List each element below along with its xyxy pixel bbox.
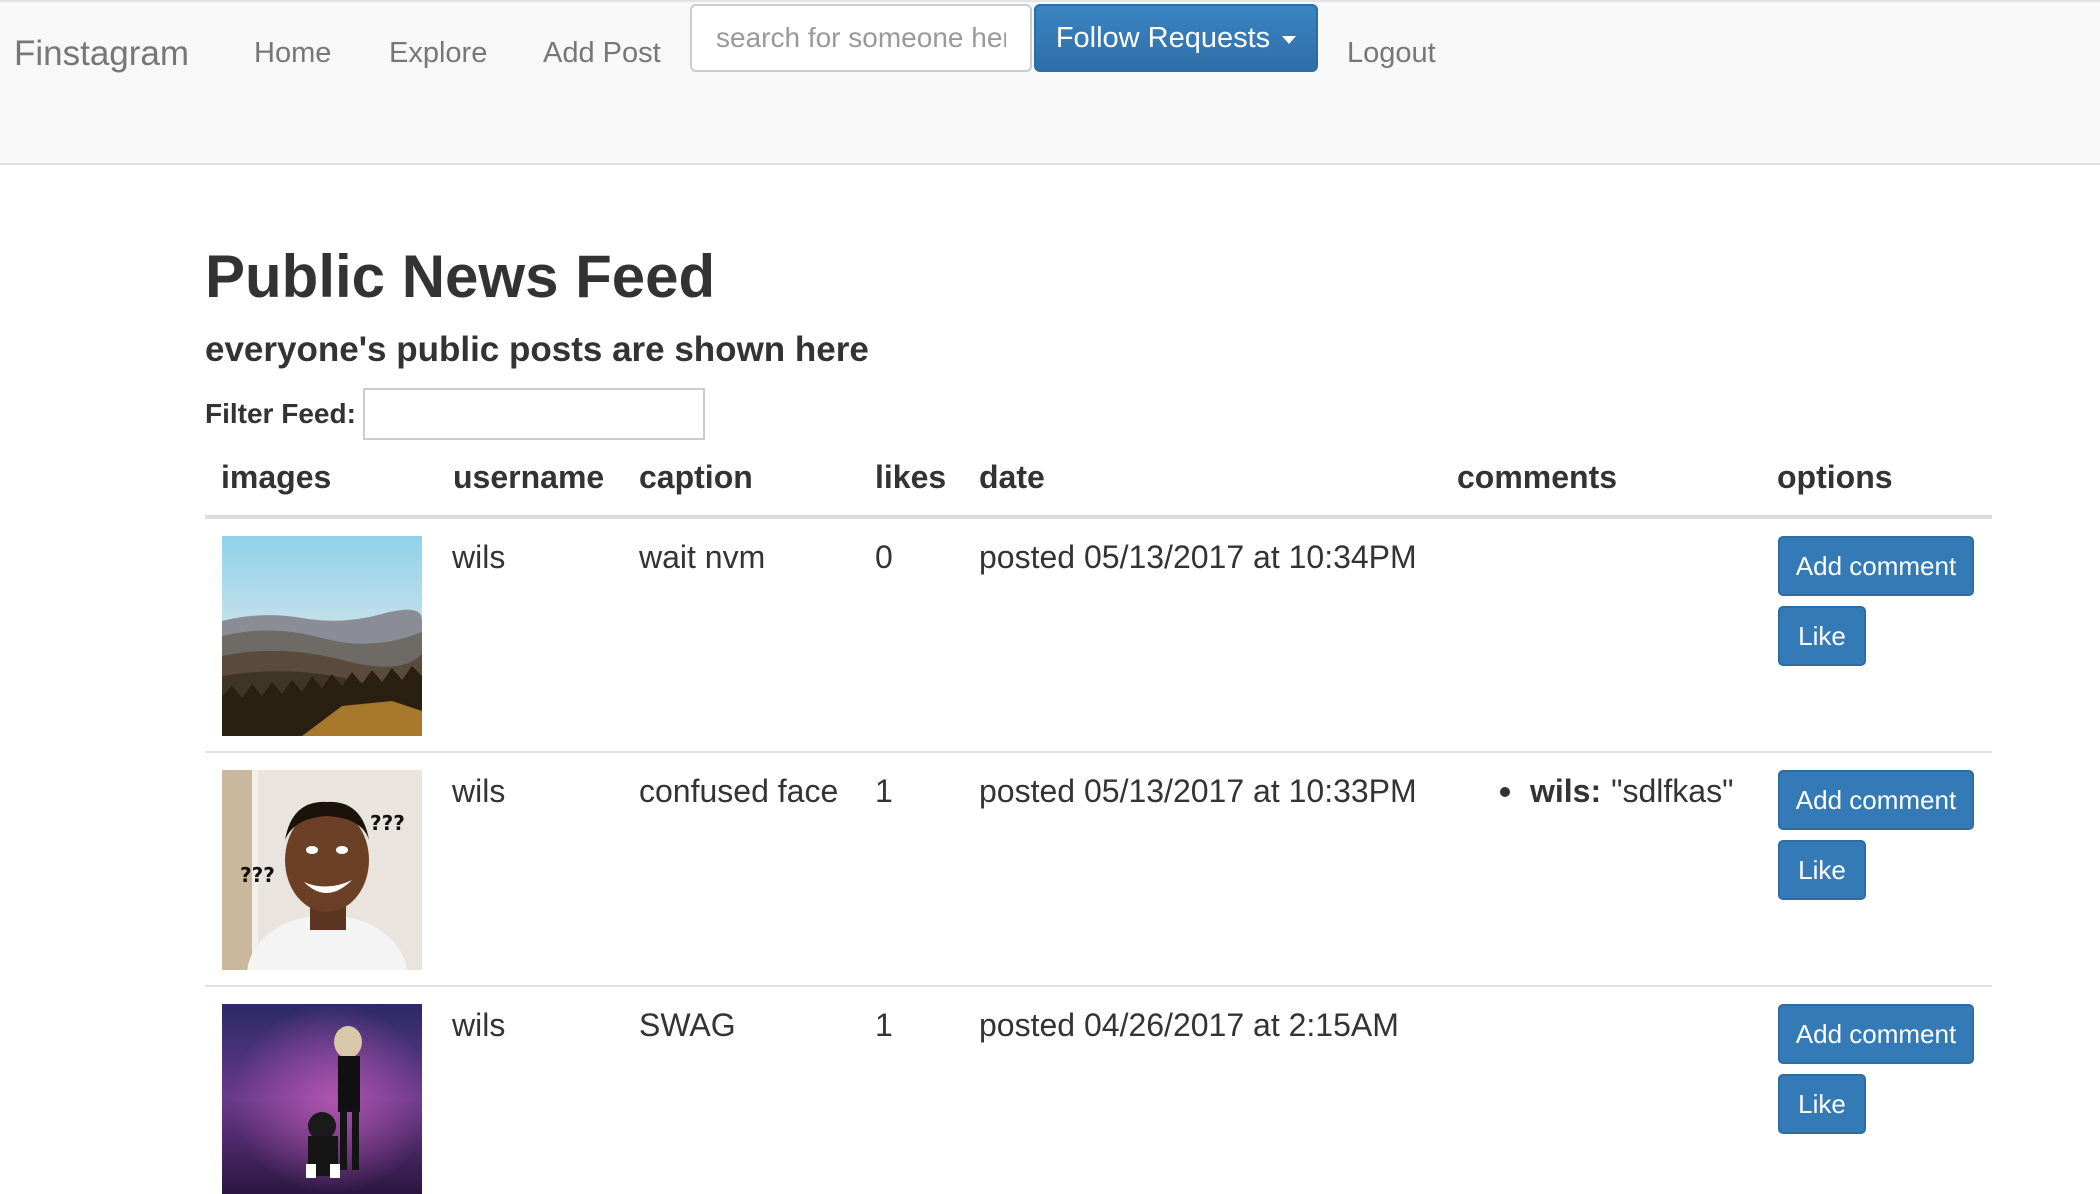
comment-text: "sdlfkas" [1611, 773, 1734, 809]
column-header-date: date [979, 459, 1045, 495]
follow-requests-label: Follow Requests [1055, 21, 1271, 54]
add-comment-button[interactable]: Add comment [1778, 770, 1974, 830]
bullet-icon [1500, 786, 1510, 797]
user-search-input[interactable] [690, 4, 1032, 72]
table-header-divider [205, 515, 1992, 519]
row-username: wils [452, 539, 506, 575]
filter-feed-label: Filter Feed: [205, 398, 356, 429]
column-header-likes: likes [875, 459, 947, 495]
like-button[interactable]: Like [1778, 606, 1866, 666]
stage-performance-photo[interactable] [222, 1004, 422, 1194]
row-caption: confused face [639, 773, 839, 809]
row-divider [205, 985, 1992, 987]
row-date: posted 05/13/2017 at 10:34PM [979, 539, 1417, 575]
landscape-photo[interactable] [222, 536, 422, 736]
question-marks-text: ??? [240, 863, 275, 887]
confused-face-photo[interactable]: ??? ??? [222, 770, 422, 970]
column-header-caption: caption [639, 459, 753, 495]
brand-link[interactable]: Finstagram [14, 34, 189, 74]
add-comment-button[interactable]: Add comment [1778, 1004, 1974, 1064]
add-comment-button[interactable]: Add comment [1778, 536, 1974, 596]
row-username: wils [452, 1007, 506, 1043]
nav-home-link[interactable]: Home [254, 37, 331, 70]
row-likes: 0 [875, 539, 893, 575]
row-likes: 1 [875, 1007, 893, 1043]
row-caption: wait nvm [639, 539, 766, 575]
row-caption: SWAG [639, 1007, 736, 1043]
like-button[interactable]: Like [1778, 840, 1866, 900]
column-header-comments: comments [1457, 459, 1618, 495]
column-header-username: username [453, 459, 605, 495]
row-date: posted 05/13/2017 at 10:33PM [979, 773, 1417, 809]
page-title: Public News Feed [205, 243, 716, 310]
nav-add-post-link[interactable]: Add Post [543, 37, 661, 70]
caret-down-icon [1282, 36, 1297, 44]
nav-explore-link[interactable]: Explore [389, 37, 487, 70]
row-date: posted 04/26/2017 at 2:15AM [979, 1007, 1399, 1043]
follow-requests-dropdown-button[interactable]: Follow Requests [1034, 4, 1318, 72]
comment-list-item: wils: "sdlfkas" [1500, 773, 1733, 810]
page-subtitle: everyone's public posts are shown here [205, 330, 869, 369]
comment-username: wils: [1530, 773, 1602, 809]
navbar: Finstagram Home Explore Add Post Follow … [0, 0, 2100, 165]
column-header-options: options [1777, 459, 1893, 495]
row-likes: 1 [875, 773, 893, 809]
like-button[interactable]: Like [1778, 1074, 1866, 1134]
column-header-images: images [221, 459, 332, 495]
question-marks-text: ??? [370, 811, 405, 835]
filter-feed-input[interactable] [363, 388, 705, 440]
row-username: wils [452, 773, 506, 809]
row-divider [205, 751, 1992, 753]
nav-logout-link[interactable]: Logout [1347, 37, 1436, 70]
